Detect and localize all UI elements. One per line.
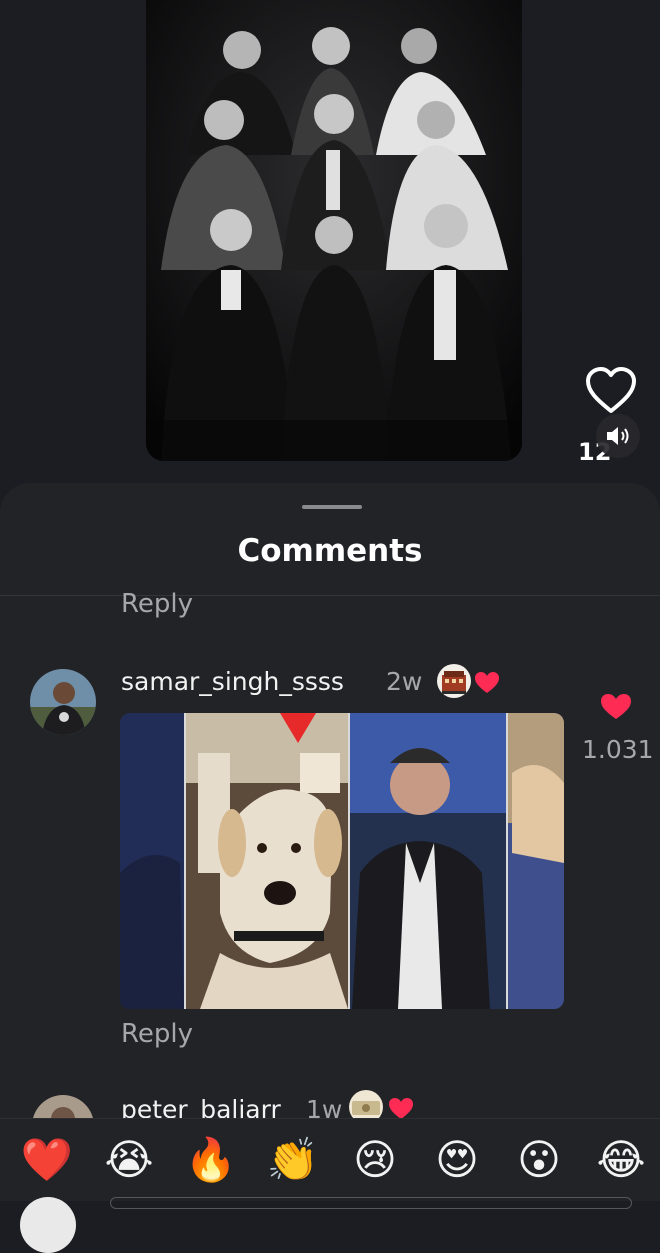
heart-icon (474, 671, 500, 695)
drag-handle[interactable] (302, 505, 362, 509)
avatar[interactable] (30, 669, 96, 735)
post-image[interactable] (146, 0, 522, 461)
comment-time: 2w (386, 667, 423, 696)
emoji-sob[interactable]: 😭 (102, 1133, 156, 1187)
divider (0, 595, 660, 596)
emoji-cry[interactable]: 😢 (348, 1133, 402, 1187)
comment-username[interactable]: samar_singh_ssss (121, 667, 344, 696)
emoji-surprised[interactable]: 😮 (512, 1133, 566, 1187)
comment-input[interactable] (110, 1197, 632, 1209)
building-sticker-icon (436, 663, 472, 699)
user-avatar (20, 1197, 76, 1253)
like-button[interactable] (584, 366, 638, 416)
emoji-fire[interactable]: 🔥 (184, 1133, 238, 1187)
heart-outline-icon (586, 367, 636, 413)
emoji-clap[interactable]: 👏 (266, 1133, 320, 1187)
comment-like-button[interactable] (600, 693, 632, 721)
comments-sheet: Comments Reply samar_singh_ssss 2w 1.031… (0, 483, 660, 1200)
emoji-laugh[interactable]: 😂 (594, 1133, 648, 1187)
comment-gif[interactable] (120, 713, 564, 1009)
emoji-heart[interactable]: ❤️ (20, 1133, 74, 1187)
reply-button[interactable]: Reply (121, 1019, 193, 1049)
sheet-title: Comments (237, 533, 423, 569)
comment-like-count: 1.031 (582, 735, 654, 764)
reply-button[interactable]: Reply (121, 589, 193, 619)
emoji-heart-eyes[interactable]: 😍 (430, 1133, 484, 1187)
emoji-bar: ❤️ 😭 🔥 👏 😢 😍 😮 😂 (0, 1118, 660, 1253)
speaker-icon (607, 427, 629, 445)
video-area[interactable]: 12 (0, 0, 660, 500)
sound-toggle-button[interactable] (596, 414, 640, 458)
heart-filled-icon (601, 694, 631, 719)
